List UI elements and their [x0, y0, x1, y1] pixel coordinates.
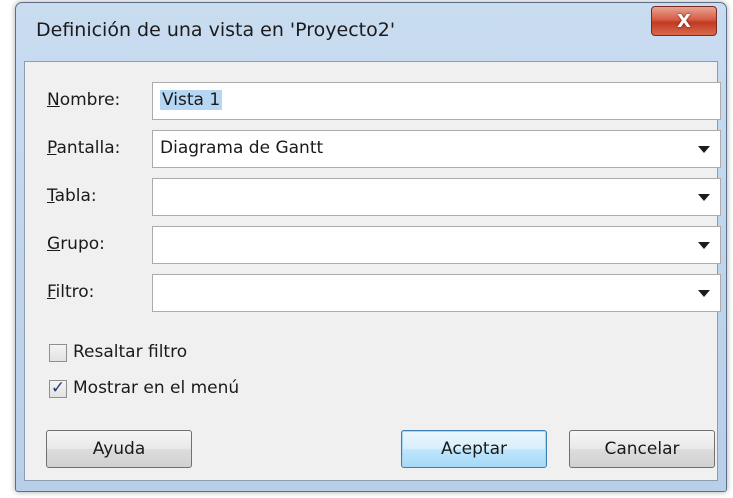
- aceptar-button[interactable]: Aceptar: [401, 430, 547, 468]
- tabla-label-rest: abla:: [54, 186, 97, 206]
- pantalla-select[interactable]: Diagrama de Gantt: [152, 130, 721, 168]
- chevron-down-icon[interactable]: [698, 194, 710, 201]
- grupo-label-rest: rupo:: [60, 234, 105, 254]
- chevron-down-icon[interactable]: [698, 146, 710, 153]
- nombre-label: Nombre:: [47, 90, 120, 110]
- dialog-body: Nombre: Vista 1 Pantalla: Diagrama de Ga…: [24, 61, 721, 481]
- nombre-input[interactable]: Vista 1: [152, 82, 721, 120]
- dialog-window: Definición de una vista en 'Proyecto2' X…: [15, 2, 727, 492]
- resaltar-filtro-label[interactable]: Resaltar filtro: [73, 342, 187, 362]
- filtro-label-rest: iltro:: [55, 282, 95, 302]
- mostrar-en-menu-checkbox[interactable]: ✓: [49, 378, 67, 398]
- resaltar-filtro-checkbox[interactable]: [49, 344, 67, 362]
- pantalla-row: Pantalla: Diagrama de Gantt: [25, 130, 721, 170]
- pantalla-label: Pantalla:: [47, 138, 120, 158]
- cancelar-button[interactable]: Cancelar: [569, 430, 715, 468]
- grupo-row: Grupo:: [25, 226, 721, 266]
- filtro-select[interactable]: [152, 274, 721, 312]
- nombre-label-rest: ombre:: [59, 90, 121, 110]
- mostrar-en-menu-label[interactable]: Mostrar en el menú: [73, 378, 239, 398]
- pantalla-label-rest: antalla:: [56, 138, 121, 158]
- title-bar[interactable]: Definición de una vista en 'Proyecto2' X: [16, 3, 726, 61]
- tabla-label-accel: T: [47, 186, 55, 206]
- ayuda-button[interactable]: Ayuda: [46, 430, 192, 468]
- tabla-select[interactable]: [152, 178, 721, 216]
- filtro-label: Filtro:: [47, 282, 94, 302]
- nombre-row: Nombre: Vista 1: [25, 82, 721, 122]
- nombre-input-value: Vista 1: [160, 90, 223, 110]
- grupo-label: Grupo:: [47, 234, 105, 254]
- close-icon: X: [677, 10, 691, 32]
- window-title: Definición de una vista en 'Proyecto2': [36, 19, 396, 41]
- filtro-row: Filtro:: [25, 274, 721, 314]
- tabla-row: Tabla:: [25, 178, 721, 218]
- close-button[interactable]: X: [651, 6, 717, 36]
- grupo-label-accel: G: [47, 234, 61, 254]
- chevron-down-icon[interactable]: [698, 290, 710, 297]
- chevron-down-icon[interactable]: [698, 242, 710, 249]
- pantalla-label-accel: P: [47, 138, 57, 158]
- pantalla-select-value: Diagrama de Gantt: [160, 138, 324, 158]
- grupo-select[interactable]: [152, 226, 721, 264]
- checkmark-icon: ✓: [50, 378, 66, 398]
- tabla-label: Tabla:: [47, 186, 97, 206]
- filtro-label-accel: F: [47, 282, 56, 302]
- nombre-label-accel: N: [47, 90, 60, 110]
